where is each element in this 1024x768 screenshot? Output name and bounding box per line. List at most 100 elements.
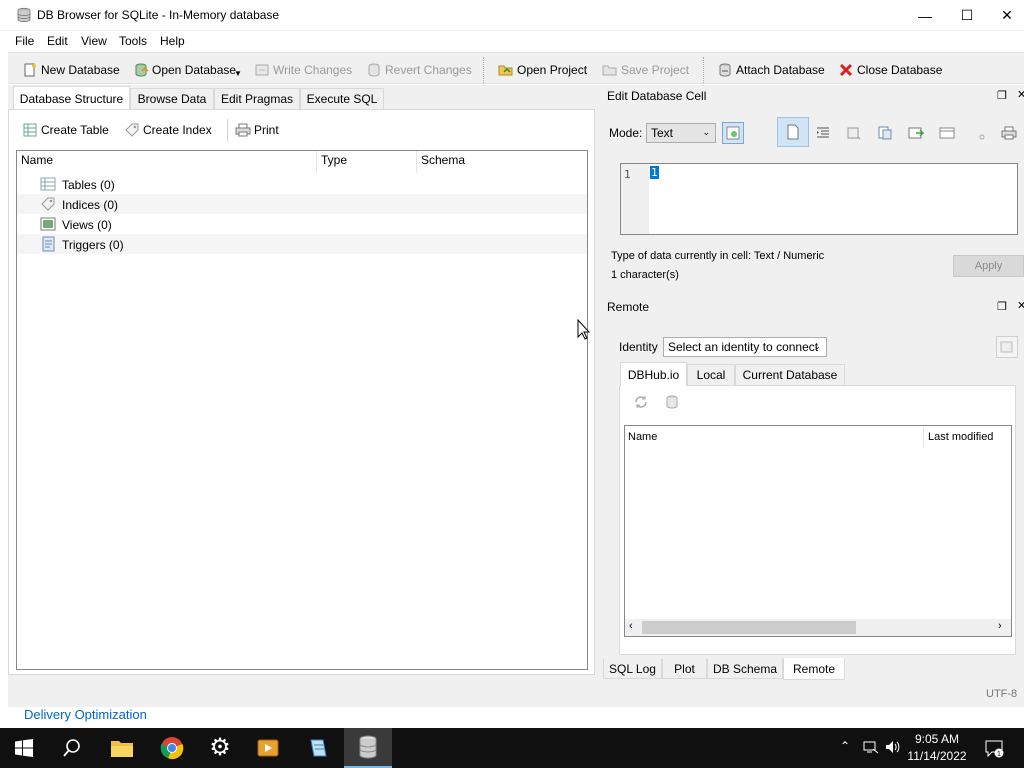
taskbar-media-app[interactable] xyxy=(244,728,292,768)
column-header-name[interactable]: Name xyxy=(21,153,53,173)
toolbar-separator xyxy=(483,57,484,83)
taskbar-db-browser[interactable] xyxy=(344,728,392,768)
cell-value[interactable]: 1 xyxy=(650,166,659,179)
tree-row-triggers[interactable]: Triggers (0) xyxy=(17,234,587,254)
tree-row-tables[interactable]: Tables (0) xyxy=(17,174,587,194)
tab-local[interactable]: Local xyxy=(687,364,735,385)
write-changes-button[interactable]: Write Changes xyxy=(254,60,352,80)
identity-select[interactable]: Select an identity to connect ⌄ xyxy=(663,337,827,357)
export-icon[interactable] xyxy=(877,125,893,141)
create-table-label: Create Table xyxy=(41,123,109,137)
menu-edit[interactable]: Edit xyxy=(47,34,68,48)
print-label: Print xyxy=(254,123,279,137)
tab-plot[interactable]: Plot xyxy=(662,659,707,679)
column-header-type[interactable]: Type xyxy=(321,153,347,173)
notepad-icon xyxy=(310,739,327,757)
search-icon xyxy=(63,739,80,757)
tab-db-schema[interactable]: DB Schema xyxy=(707,659,783,679)
tab-browse-data[interactable]: Browse Data xyxy=(130,88,214,109)
scrollbar-thumb[interactable] xyxy=(642,621,856,634)
revert-changes-label: Revert Changes xyxy=(385,63,472,77)
taskbar-settings[interactable]: ⚙ xyxy=(196,728,244,768)
column-header-last-modified[interactable]: Last modified xyxy=(928,431,993,443)
create-index-icon xyxy=(125,123,139,137)
taskbar-chrome[interactable] xyxy=(148,728,196,768)
set-as-null-icon[interactable] xyxy=(908,125,924,141)
show-hidden-icons-chevron-icon[interactable]: ⌃ xyxy=(840,739,850,753)
close-panel-icon[interactable]: ✕ xyxy=(1017,299,1024,312)
print-button[interactable]: Print xyxy=(235,121,279,139)
chevron-down-icon: ⌄ xyxy=(813,341,821,351)
tab-dbhub[interactable]: DBHub.io xyxy=(620,362,687,386)
mode-select[interactable]: Text ⌄ xyxy=(646,123,716,143)
tab-database-structure[interactable]: Database Structure xyxy=(13,86,130,110)
scroll-left-icon[interactable]: ‹ xyxy=(629,620,633,632)
volume-icon[interactable] xyxy=(885,740,901,754)
remote-header: Remote ❐ ✕ xyxy=(603,298,1024,316)
printer-icon[interactable] xyxy=(1001,125,1017,141)
search-button[interactable] xyxy=(48,728,96,768)
refresh-icon[interactable] xyxy=(633,394,649,410)
minimize-icon: — xyxy=(918,7,932,24)
tab-browse-data-label: Browse Data xyxy=(137,92,207,106)
create-table-button[interactable]: Create Table xyxy=(22,121,109,139)
clock-time[interactable]: 9:05 AM xyxy=(914,732,960,746)
horizontal-scrollbar[interactable]: ‹ › xyxy=(625,619,1011,636)
notifications-icon[interactable]: 1 xyxy=(984,738,1004,758)
save-project-button[interactable]: Save Project xyxy=(602,60,689,80)
column-header-name[interactable]: Name xyxy=(628,431,657,443)
scroll-right-icon[interactable]: › xyxy=(998,620,1002,632)
view-icon xyxy=(40,217,56,231)
svg-text:1: 1 xyxy=(997,751,1001,758)
apply-button[interactable]: Apply xyxy=(953,255,1024,277)
auto-switch-mode-button[interactable] xyxy=(722,122,744,144)
attach-database-button[interactable]: Attach Database xyxy=(717,60,825,80)
create-table-icon xyxy=(23,123,37,137)
clone-database-icon[interactable] xyxy=(664,394,680,410)
clear-icon[interactable] xyxy=(970,125,986,141)
open-database-dropdown-icon[interactable]: ▼ xyxy=(234,69,242,78)
new-database-button[interactable]: New Database xyxy=(22,60,120,80)
tab-edit-pragmas[interactable]: Edit Pragmas xyxy=(214,88,300,109)
identity-settings-button[interactable] xyxy=(996,336,1018,358)
menu-help[interactable]: Help xyxy=(160,34,185,48)
remote-database-list[interactable] xyxy=(624,425,1012,637)
folder-icon xyxy=(111,741,133,757)
tab-current-database[interactable]: Current Database xyxy=(735,364,845,385)
close-window-button[interactable]: ✕ xyxy=(990,0,1024,31)
create-index-button[interactable]: Create Index xyxy=(124,121,212,139)
open-in-editor-icon[interactable] xyxy=(939,125,955,141)
import-icon[interactable] xyxy=(846,125,862,141)
menu-file[interactable]: File xyxy=(15,34,34,48)
cell-editor[interactable] xyxy=(620,163,1018,235)
revert-changes-button[interactable]: Revert Changes xyxy=(366,60,472,80)
menu-view[interactable]: View xyxy=(81,34,107,48)
clock-date[interactable]: 11/14/2022 xyxy=(906,749,968,763)
taskbar-notepad-app[interactable] xyxy=(294,728,342,768)
menu-tools[interactable]: Tools xyxy=(119,34,147,48)
tree-row-views[interactable]: Views (0) xyxy=(17,214,587,234)
start-button[interactable] xyxy=(0,728,48,768)
tree-label: Views (0) xyxy=(62,218,112,232)
taskbar-file-explorer[interactable] xyxy=(98,728,146,768)
tree-row-indices[interactable]: Indices (0) xyxy=(17,194,587,214)
open-database-button[interactable]: Open Database xyxy=(133,60,236,80)
indent-icon[interactable] xyxy=(815,125,831,141)
float-panel-icon[interactable]: ❐ xyxy=(997,300,1007,313)
maximize-button[interactable]: ☐ xyxy=(944,0,990,31)
tab-sql-log[interactable]: SQL Log xyxy=(603,659,662,679)
network-icon[interactable] xyxy=(863,740,879,754)
tab-execute-sql[interactable]: Execute SQL xyxy=(300,88,384,109)
word-wrap-button[interactable] xyxy=(777,117,809,147)
close-panel-icon[interactable]: ✕ xyxy=(1017,88,1024,101)
new-database-icon xyxy=(24,63,36,77)
minimize-button[interactable]: — xyxy=(902,0,948,31)
column-header-schema[interactable]: Schema xyxy=(421,153,465,173)
desktop-delivery-optimization[interactable]: Delivery Optimization xyxy=(24,707,147,722)
float-panel-icon[interactable]: ❐ xyxy=(997,89,1007,102)
tab-dbhub-label: DBHub.io xyxy=(627,367,680,382)
tab-remote[interactable]: Remote xyxy=(783,658,845,680)
column-divider xyxy=(416,151,417,173)
open-project-button[interactable]: Open Project xyxy=(498,60,587,80)
close-database-button[interactable]: Close Database xyxy=(838,60,942,80)
